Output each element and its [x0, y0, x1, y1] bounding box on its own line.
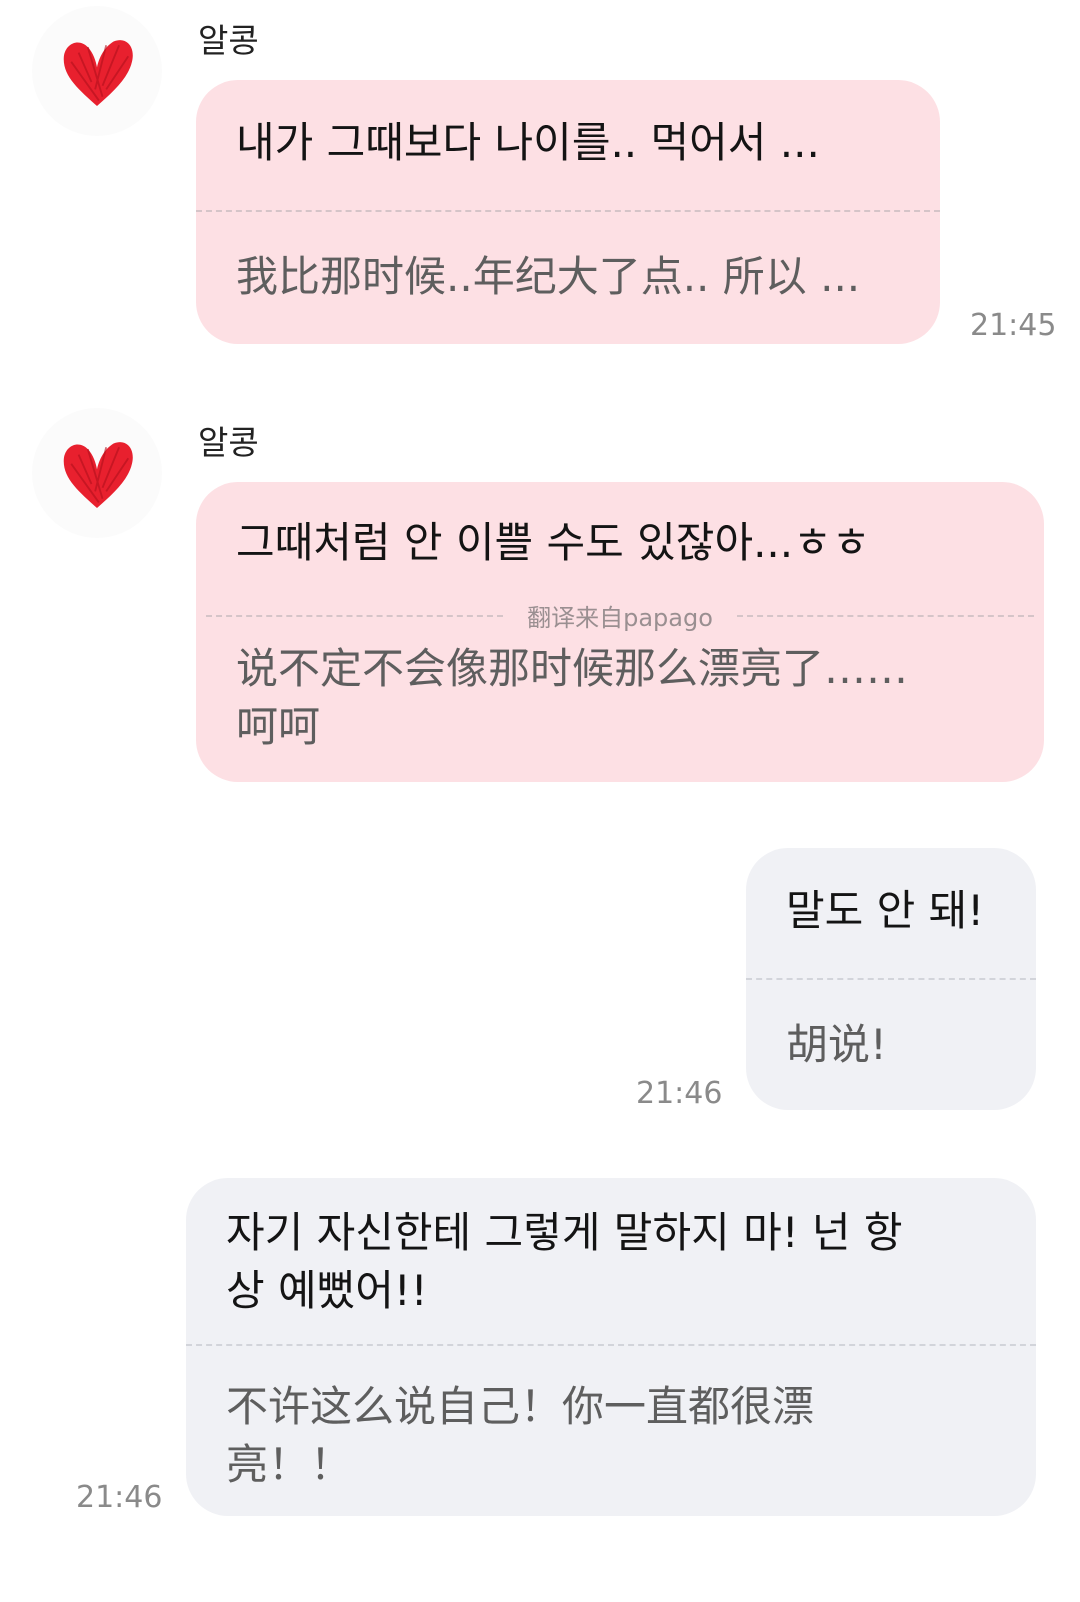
translation-divider	[186, 1344, 1036, 1346]
message-original-text: 말도 안 돼!	[786, 886, 985, 935]
translation-line: 呵呵	[236, 702, 321, 751]
message-timestamp: 21:45	[970, 308, 1057, 343]
translation-source-label: 翻译来自papago	[527, 604, 713, 632]
sender-name: 알콩	[198, 21, 259, 60]
chat-screen: 알콩 내가 그때보다 나이를.. 먹어서 ... 我比那时候..年纪大了点.. …	[0, 0, 1080, 1602]
message-bubble[interactable]: 말도 안 돼! 胡说!	[746, 848, 1036, 1110]
message-original-text: 그때처럼 안 이쁠 수도 있잖아...ㅎㅎ	[236, 518, 871, 567]
translation-divider: 翻译来自papago	[206, 598, 1034, 633]
message-bubble[interactable]: 그때처럼 안 이쁠 수도 있잖아...ㅎㅎ 翻译来自papago 说不定不会像那…	[196, 482, 1044, 782]
message-translation-text: 说不定不会像那时候那么漂亮了…… 呵呵	[236, 640, 1014, 756]
original-line: 상 예뻤어!!	[226, 1266, 428, 1315]
translation-divider	[746, 978, 1036, 980]
message-translation-text: 胡说!	[786, 1020, 887, 1069]
translation-line: 不许这么说自己！你一直都很漂	[226, 1382, 815, 1431]
red-heart-icon	[63, 40, 133, 106]
sender-name: 알콩	[198, 423, 259, 462]
message-bubble[interactable]: 자기 자신한테 그렇게 말하지 마! 넌 항 상 예뻤어!! 不许这么说自己！你…	[186, 1178, 1036, 1516]
message-original-text: 내가 그때보다 나이를.. 먹어서 ...	[236, 118, 820, 167]
translation-line: 亮！！	[226, 1440, 353, 1489]
translation-divider	[196, 210, 940, 212]
avatar[interactable]	[32, 6, 162, 136]
message-timestamp: 21:46	[76, 1480, 163, 1515]
translation-line: 说不定不会像那时候那么漂亮了……	[236, 644, 909, 693]
avatar[interactable]	[32, 408, 162, 538]
message-translation-text: 不许这么说自己！你一直都很漂 亮！！	[226, 1378, 1006, 1494]
red-heart-icon	[63, 442, 133, 508]
message-timestamp: 21:46	[636, 1076, 723, 1111]
message-original-text: 자기 자신한테 그렇게 말하지 마! 넌 항 상 예뻤어!!	[226, 1204, 1006, 1320]
message-translation-text: 我比那时候..年纪大了点.. 所以 ...	[236, 252, 861, 301]
message-bubble[interactable]: 내가 그때보다 나이를.. 먹어서 ... 我比那时候..年纪大了点.. 所以 …	[196, 80, 940, 344]
original-line: 자기 자신한테 그렇게 말하지 마! 넌 항	[226, 1208, 903, 1257]
